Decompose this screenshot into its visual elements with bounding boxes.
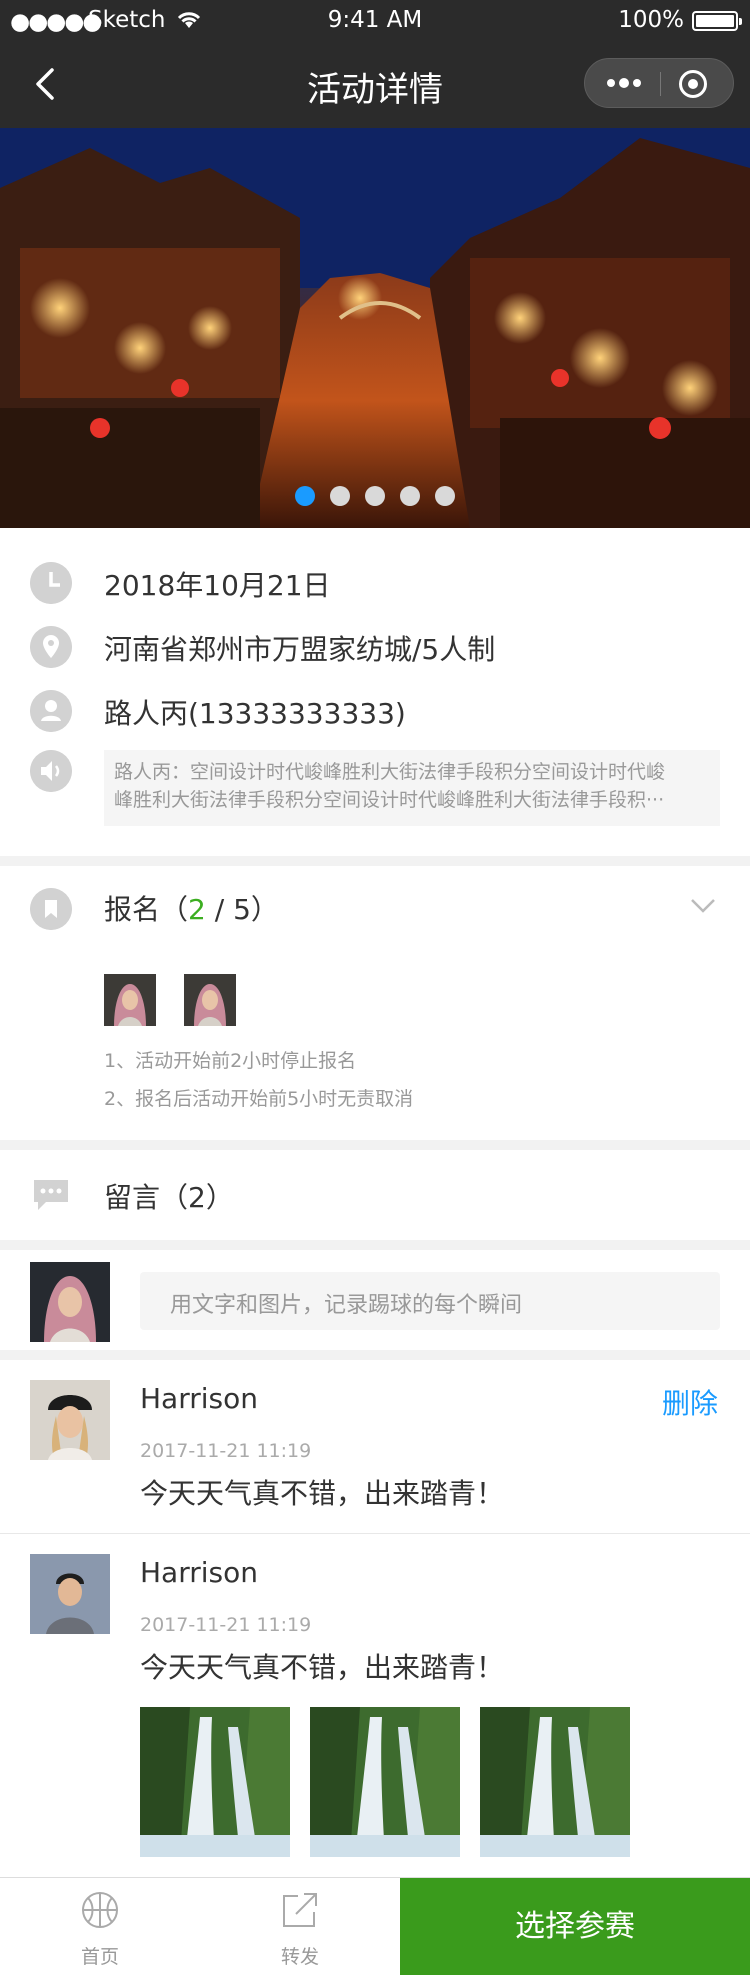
capsule-divider [660, 72, 661, 96]
close-miniprogram-icon[interactable] [679, 70, 707, 98]
bookmark-icon [30, 888, 72, 930]
participant-avatar[interactable] [184, 974, 236, 1026]
signup-total: 5 [233, 893, 251, 926]
notice-line: 峰胜利大街法律手段积分空间设计时代峻峰胜利大街法律手段积··· [114, 789, 665, 811]
signup-rule: 2、报名后活动开始前5小时无责取消 [104, 1088, 414, 1110]
commenter-avatar[interactable] [30, 1380, 110, 1460]
comment-text: 今天天气真不错，出来踏青！ [140, 1477, 505, 1510]
comment-photo[interactable] [480, 1707, 630, 1857]
signup-label: 报名（ [104, 893, 189, 926]
signup-separator: / [205, 893, 234, 926]
signup-card: 报名（2 / 5） 1、活动开始前2小时停止报名 2、报名后活动开始前5小时无责… [0, 866, 750, 1140]
location-pin-icon [30, 626, 72, 668]
carousel-dot[interactable] [435, 486, 456, 506]
participant-avatar[interactable] [104, 974, 156, 1026]
messages-title: 留言（2） [104, 1181, 234, 1214]
basketball-icon [82, 1892, 118, 1928]
comment-divider [0, 1533, 750, 1534]
signup-count: 2 [188, 893, 206, 926]
carousel-dot[interactable] [365, 486, 385, 506]
banner-image [0, 128, 750, 528]
banner-carousel[interactable] [0, 128, 750, 528]
carousel-dot[interactable] [294, 486, 315, 506]
carousel-dot[interactable] [400, 486, 421, 506]
battery-icon [692, 11, 742, 31]
comment-photo[interactable] [140, 1707, 290, 1857]
nav-bar: 活动详情 [0, 42, 750, 128]
messages-header-card: 留言（2） [0, 1150, 750, 1240]
activity-date: 2018年10月21日 [104, 569, 331, 602]
comment-list: Harrison 2017-11-21 11:19 今天天气真不错，出来踏青！ … [0, 1360, 750, 1880]
carousel-dot[interactable] [329, 486, 350, 506]
commenter-avatar[interactable] [30, 1554, 110, 1634]
status-bar: ●●●●● Sketch 9:41 AM 100% [0, 0, 750, 42]
select-participate-button[interactable]: 选择参赛 [400, 1878, 750, 1975]
activity-location[interactable]: 河南省郑州市万盟家纺城/5人制 [104, 628, 495, 668]
chevron-down-icon[interactable] [690, 898, 716, 914]
speaker-icon [30, 750, 72, 792]
tab-share-label: 转发 [280, 1946, 319, 1968]
carousel-indicators [0, 486, 750, 510]
signup-rule: 1、活动开始前2小时停止报名 [104, 1050, 357, 1072]
comment-text: 今天天气真不错，出来踏青！ [140, 1651, 505, 1684]
comment-photo[interactable] [310, 1707, 460, 1857]
delete-comment-button[interactable]: 删除 [662, 1382, 718, 1422]
signup-header: 报名（2 / 5） [104, 888, 279, 928]
signup-paren: ） [250, 893, 279, 926]
miniprogram-capsule [584, 58, 734, 108]
comment-time: 2017-11-21 11:19 [140, 1614, 312, 1636]
my-avatar [30, 1262, 110, 1342]
battery-percent: 100% [618, 7, 684, 33]
tab-home[interactable]: 首页 [0, 1878, 200, 1975]
commenter-name: Harrison [140, 1556, 258, 1589]
top-bar: ●●●●● Sketch 9:41 AM 100% 活动详情 [0, 0, 750, 128]
activity-info-card: 2018年10月21日 河南省郑州市万盟家纺城/5人制 路人丙(13333333… [0, 528, 750, 856]
activity-contact[interactable]: 路人丙(13333333333) [104, 692, 406, 732]
bottom-tab-bar: 首页 转发 选择参赛 [0, 1877, 750, 1975]
compose-card: 用文字和图片，记录踢球的每个瞬间 [0, 1250, 750, 1350]
clock-icon [30, 562, 72, 604]
comment-time: 2017-11-21 11:19 [140, 1440, 312, 1462]
notice-line: 路人丙：空间设计时代峻峰胜利大街法律手段积分空间设计时代峻 [114, 761, 666, 783]
person-icon [30, 690, 72, 732]
activity-notice[interactable]: 路人丙：空间设计时代峻峰胜利大街法律手段积分空间设计时代峻 峰胜利大街法律手段积… [104, 750, 720, 826]
tab-home-label: 首页 [80, 1946, 119, 1968]
tab-share[interactable]: 转发 [200, 1878, 400, 1975]
commenter-name: Harrison [140, 1382, 258, 1415]
back-icon[interactable] [28, 64, 68, 104]
comment-input[interactable]: 用文字和图片，记录踢球的每个瞬间 [140, 1272, 720, 1330]
more-icon[interactable] [585, 59, 660, 109]
share-icon [283, 1893, 317, 1927]
comment-icon [34, 1180, 68, 1210]
